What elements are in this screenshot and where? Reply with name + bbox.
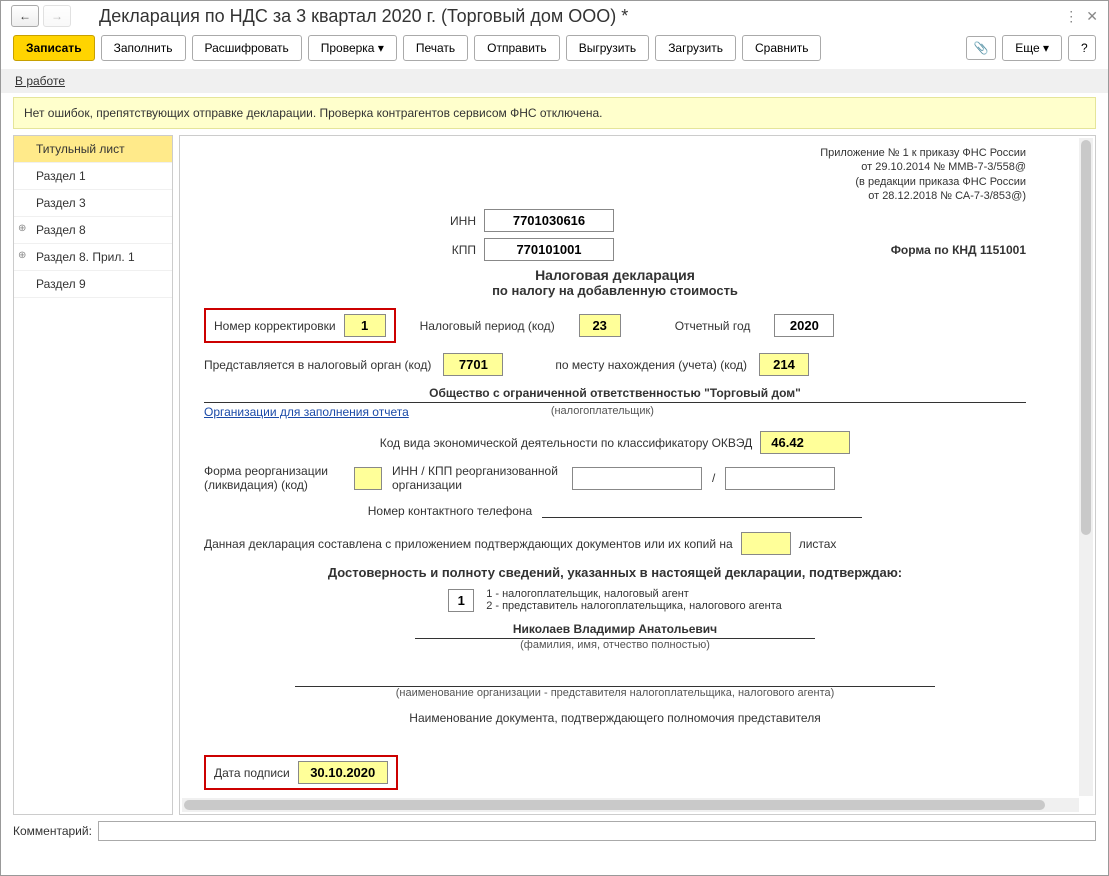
content-area: Титульный лист Раздел 1 Раздел 3 Раздел …: [1, 135, 1108, 815]
rep-note: (наименование организации - представител…: [204, 687, 1026, 699]
form-view: Приложение № 1 к приказу ФНС России от 2…: [179, 135, 1096, 815]
scrollbar-horizontal[interactable]: [182, 798, 1079, 812]
send-button[interactable]: Отправить: [474, 35, 560, 61]
submit-label: Представляется в налоговый орган (код): [204, 358, 431, 372]
attachment-icon[interactable]: 📎: [966, 36, 996, 60]
inn-field[interactable]: [484, 209, 614, 232]
kpp-field[interactable]: [484, 238, 614, 261]
doc-name-label: Наименование документа, подтверждающего …: [204, 711, 1026, 725]
fio: Николаев Владимир Анатольевич: [415, 622, 815, 639]
kpp-label: КПП: [204, 243, 484, 257]
comment-input[interactable]: [98, 821, 1096, 841]
more-button[interactable]: Еще ▾: [1002, 35, 1062, 61]
confirm-field[interactable]: [448, 589, 474, 612]
inn-label: ИНН: [204, 214, 484, 228]
reorg-code-field[interactable]: [354, 467, 382, 490]
form-title-1: Налоговая декларация: [204, 267, 1026, 283]
docs-pages-field[interactable]: [741, 532, 791, 555]
rep-name-line[interactable]: [295, 671, 935, 687]
compare-button[interactable]: Сравнить: [742, 35, 821, 61]
chevron-down-icon: ▾: [1043, 41, 1049, 55]
comment-label: Комментарий:: [13, 824, 92, 838]
taxpayer-note: (налогоплательщик): [409, 405, 1026, 419]
form-title-2: по налогу на добавленную стоимость: [204, 283, 1026, 298]
correction-field[interactable]: [344, 314, 386, 337]
confirm-opt2: 2 - представитель налогоплательщика, нал…: [486, 600, 782, 612]
year-field[interactable]: [774, 314, 834, 337]
docs-label-post: листах: [799, 537, 837, 551]
fill-button[interactable]: Заполнить: [101, 35, 186, 61]
phone-label: Номер контактного телефона: [368, 504, 532, 518]
nav-forward-button: →: [43, 5, 71, 27]
docs-label-pre: Данная декларация составлена с приложени…: [204, 537, 733, 551]
knd-label: Форма по КНД 1151001: [891, 243, 1026, 257]
status-bar: В работе: [1, 69, 1108, 93]
confirm-header: Достоверность и полноту сведений, указан…: [204, 565, 1026, 580]
submit-field[interactable]: [443, 353, 503, 376]
correction-label: Номер корректировки: [214, 319, 336, 333]
sidebar-item-section1[interactable]: Раздел 1: [14, 163, 172, 190]
close-icon[interactable]: ✕: [1086, 8, 1098, 25]
company-name: Общество с ограниченной ответственностью…: [204, 386, 1026, 403]
sign-date-field[interactable]: [298, 761, 388, 784]
okved-field[interactable]: [760, 431, 850, 454]
print-button[interactable]: Печать: [403, 35, 468, 61]
reorg-inn-label: ИНН / КПП реорганизованной организации: [392, 464, 562, 492]
sidebar-item-section3[interactable]: Раздел 3: [14, 190, 172, 217]
fill-org-link[interactable]: Организации для заполнения отчета: [204, 405, 409, 419]
status-link[interactable]: В работе: [15, 74, 65, 88]
okved-label: Код вида экономической деятельности по к…: [380, 436, 753, 450]
unload-button[interactable]: Выгрузить: [566, 35, 650, 61]
check-button[interactable]: Проверка ▾: [308, 35, 397, 61]
decode-button[interactable]: Расшифровать: [192, 35, 302, 61]
menu-dots-icon[interactable]: ⋮: [1064, 8, 1078, 25]
scrollbar-vertical[interactable]: [1079, 138, 1093, 796]
write-button[interactable]: Записать: [13, 35, 95, 61]
reorg-inn-field[interactable]: [572, 467, 702, 490]
phone-field[interactable]: [542, 502, 862, 518]
topbar: ← → Декларация по НДС за 3 квартал 2020 …: [1, 1, 1108, 31]
load-button[interactable]: Загрузить: [655, 35, 736, 61]
sidebar-item-section8[interactable]: Раздел 8: [14, 217, 172, 244]
help-button[interactable]: ?: [1068, 35, 1096, 61]
fio-note: (фамилия, имя, отчество полностью): [204, 639, 1026, 651]
reorg-kpp-field[interactable]: [725, 467, 835, 490]
window-title: Декларация по НДС за 3 квартал 2020 г. (…: [75, 6, 1064, 27]
comment-bar: Комментарий:: [1, 815, 1108, 847]
sign-date-box: Дата подписи: [204, 755, 398, 790]
annex-block: Приложение № 1 к приказу ФНС России от 2…: [726, 146, 1026, 203]
sidebar-item-title[interactable]: Титульный лист: [14, 136, 172, 163]
toolbar: Записать Заполнить Расшифровать Проверка…: [1, 31, 1108, 69]
correction-box: Номер корректировки: [204, 308, 396, 343]
message-bar: Нет ошибок, препятствующих отправке декл…: [13, 97, 1096, 129]
period-label: Налоговый период (код): [420, 319, 555, 333]
place-label: по месту нахождения (учета) (код): [555, 358, 747, 372]
sidebar-item-section8-app1[interactable]: Раздел 8. Прил. 1: [14, 244, 172, 271]
place-field[interactable]: [759, 353, 809, 376]
sidebar-item-section9[interactable]: Раздел 9: [14, 271, 172, 298]
sidebar: Титульный лист Раздел 1 Раздел 3 Раздел …: [13, 135, 173, 815]
year-label: Отчетный год: [675, 319, 751, 333]
nav-back-button[interactable]: ←: [11, 5, 39, 27]
chevron-down-icon: ▾: [378, 41, 384, 55]
reorg-label: Форма реорганизации (ликвидация) (код): [204, 464, 344, 492]
sign-date-label: Дата подписи: [214, 766, 290, 780]
confirm-opt1: 1 - налогоплательщик, налоговый агент: [486, 588, 782, 600]
period-field[interactable]: [579, 314, 621, 337]
